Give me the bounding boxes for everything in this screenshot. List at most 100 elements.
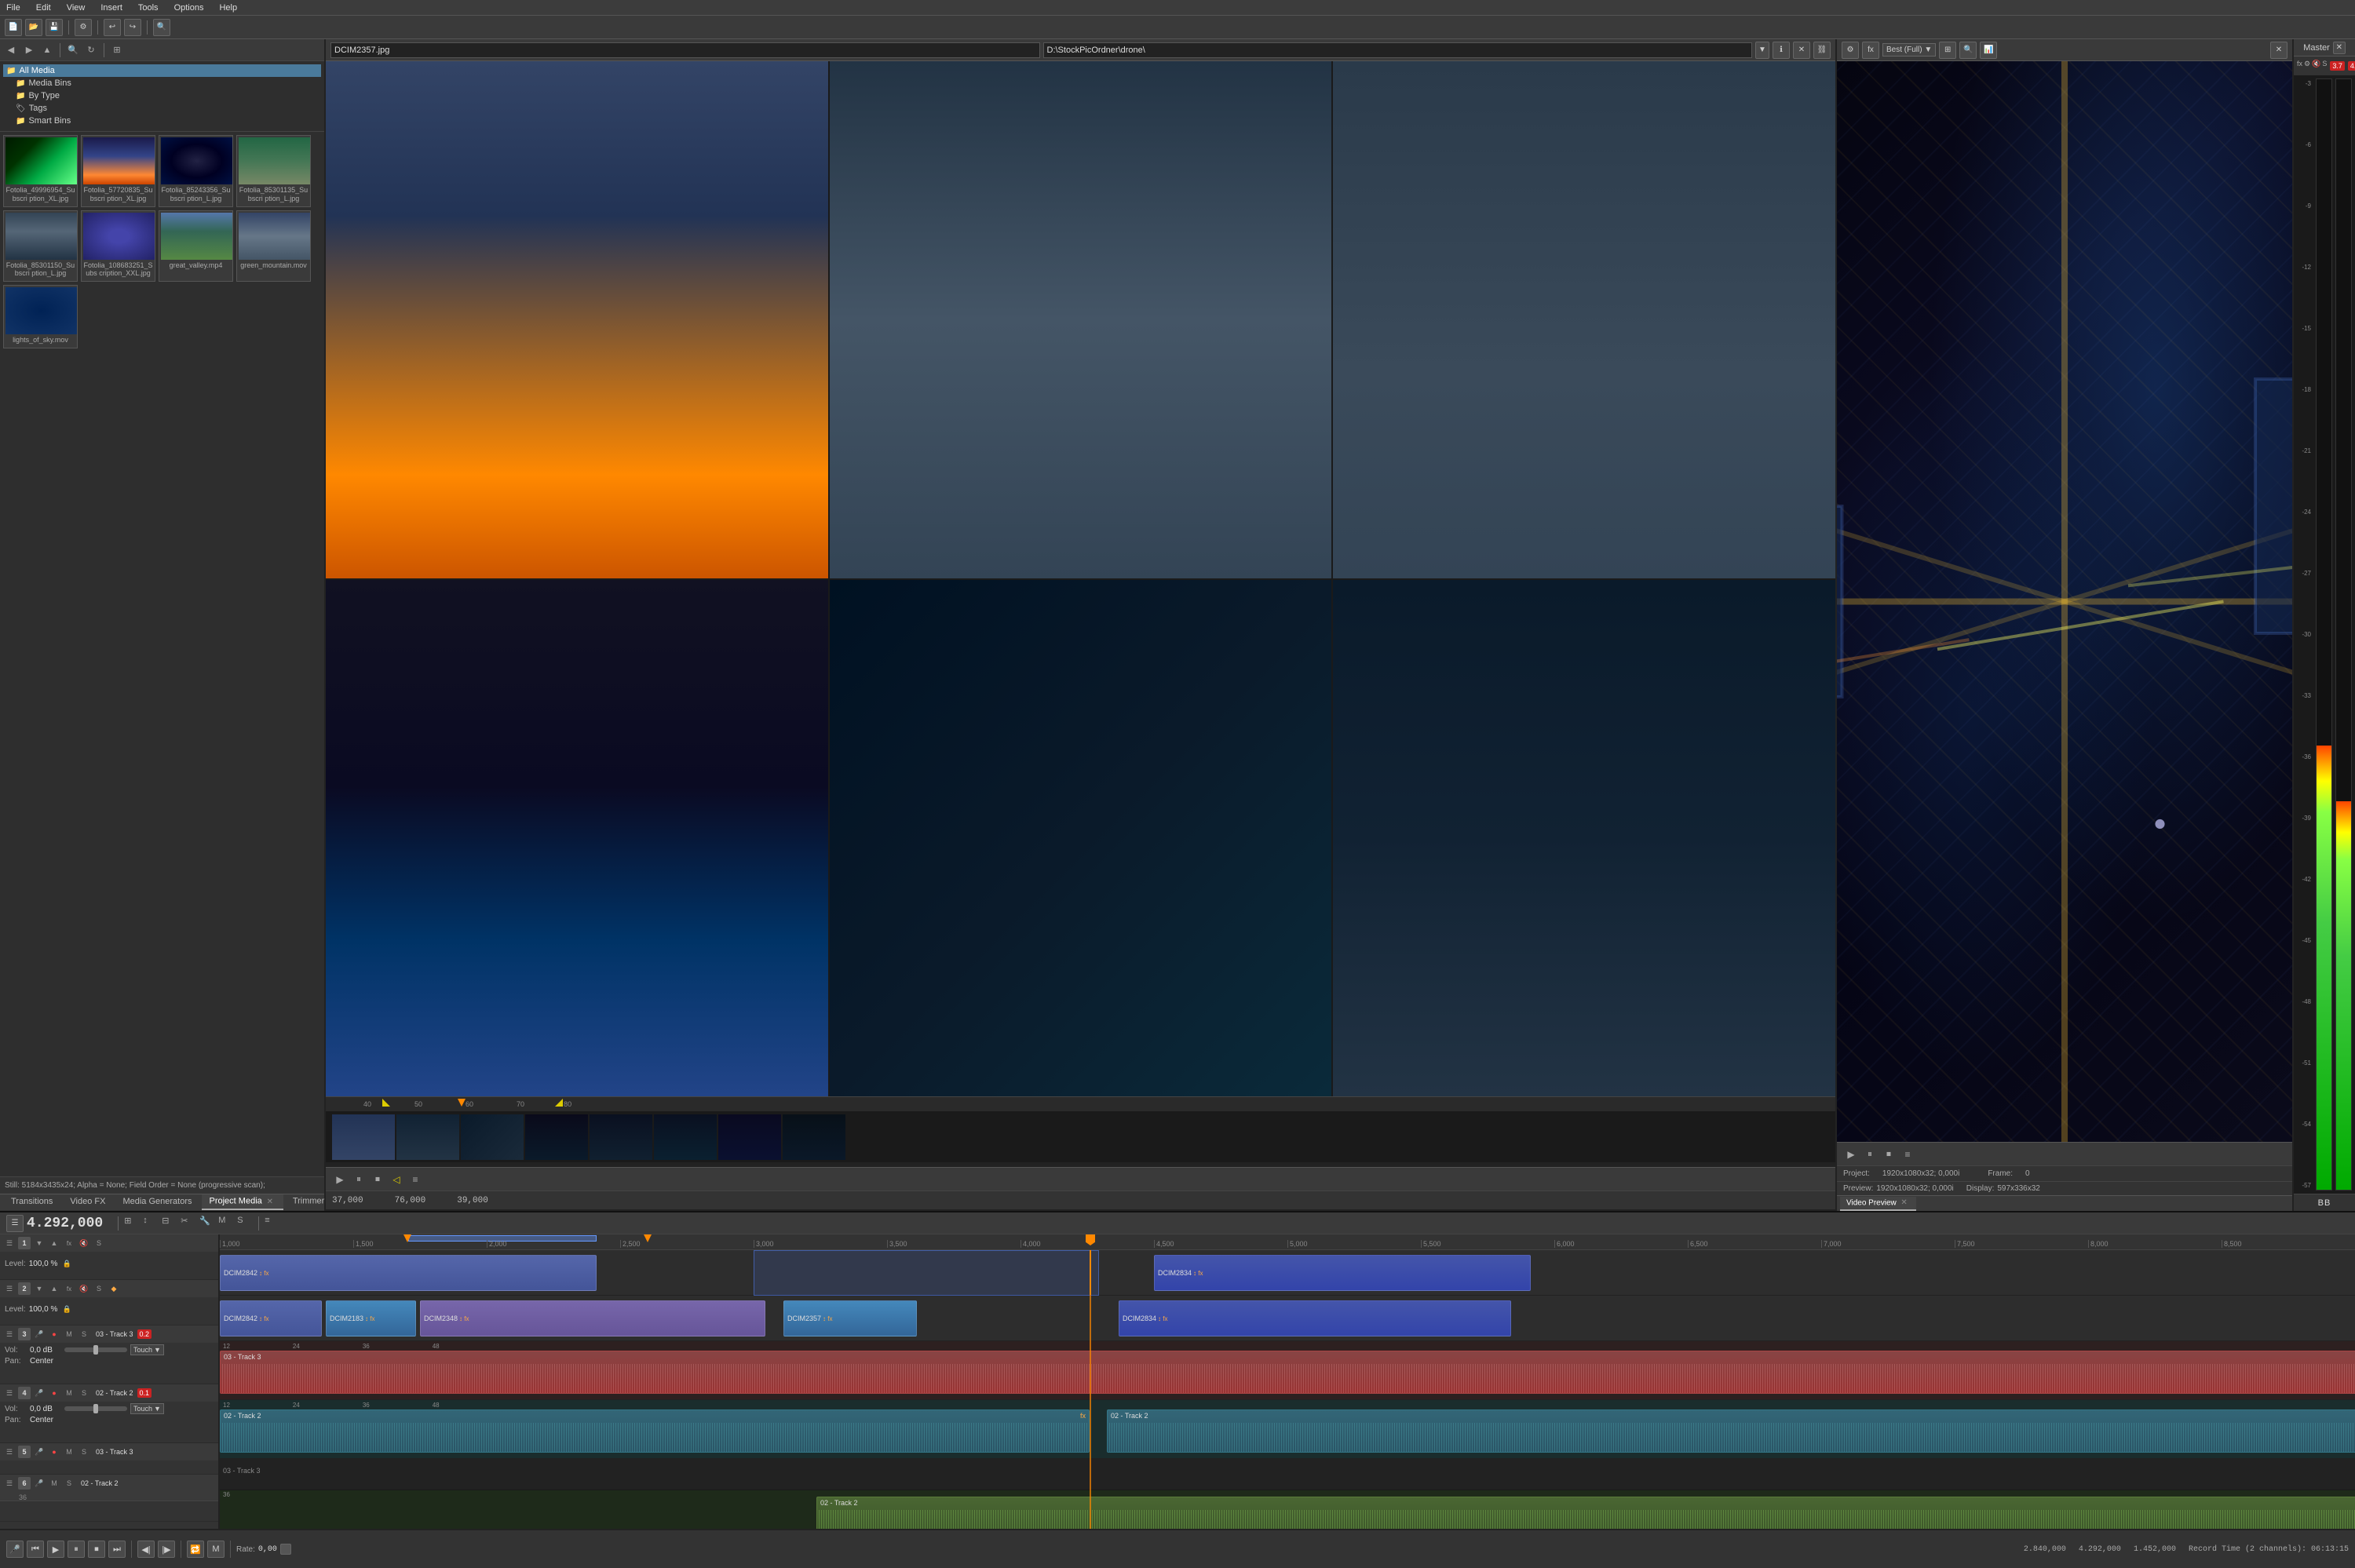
bt-marker-button[interactable]: M [207,1541,225,1558]
track-2-mute[interactable]: 🔇 [78,1282,90,1295]
tl-btn5[interactable]: 🔧 [199,1216,215,1231]
master-mute-button[interactable]: 🔇 [2312,60,2320,72]
settings-button[interactable]: ⚙ [75,19,92,36]
source-in-button[interactable]: ◁ [389,1172,404,1187]
mb-back-button[interactable]: ◀ [3,42,19,58]
program-grid-button[interactable]: ⊞ [1939,42,1956,59]
hamburger-icon[interactable]: ☰ [6,1215,24,1232]
hamburger-track-1[interactable]: ☰ [3,1237,16,1249]
clip-dcim2842-t2[interactable]: DCIM2842 ↕ fx [220,1300,322,1336]
clip-dcim2183-t2[interactable]: DCIM2183 ↕ fx [326,1300,416,1336]
program-fx-button[interactable]: fx [1862,42,1879,59]
track-2-arrow[interactable]: ▼ [33,1282,46,1295]
source-close-button[interactable]: ✕ [1793,42,1810,59]
mb-up-button[interactable]: ▲ [39,42,55,58]
audio-clip-3[interactable]: 03 - Track 3 fx [220,1351,2355,1394]
program-quality-select[interactable]: Best (Full) ▼ [1882,43,1936,57]
track-6-solo[interactable]: S [63,1477,75,1490]
media-thumb-5[interactable]: Fotolia_108683251_Subs cription_XXL.jpg [81,210,155,283]
track-3-mute[interactable]: M [63,1328,75,1340]
track-1-arrow2[interactable]: ▲ [48,1237,60,1249]
track-3-solo[interactable]: S [78,1328,90,1340]
hamburger-track-5[interactable]: ☰ [3,1446,16,1458]
track-2-fx[interactable]: fx [63,1282,75,1295]
audio-clip-4a[interactable]: 02 - Track 2 fx [220,1409,1090,1453]
clip-dcim2348-t2[interactable]: DCIM2348 ↕ fx [420,1300,765,1336]
track-4-mute[interactable]: M [63,1387,75,1399]
track-3-mic[interactable]: 🎤 [33,1328,46,1340]
path-dropdown-button[interactable]: ▼ [1755,42,1769,59]
track-4-solo[interactable]: S [78,1387,90,1399]
tree-item-media-bins[interactable]: 📁 Media Bins [3,77,321,89]
tab-transitions[interactable]: Transitions [3,1195,60,1209]
bt-rewind-button[interactable]: ⏮ [27,1541,44,1558]
tree-item-by-type[interactable]: 📁 By Type [3,89,321,102]
program-stop-button[interactable]: ⏹ [1881,1147,1897,1162]
tl-btn2[interactable]: ↕ [143,1216,159,1231]
master-solo-button[interactable]: S [2322,60,2327,72]
tree-item-all-media[interactable]: 📁 All Media [3,64,321,77]
track-3-record[interactable]: ● [48,1328,60,1340]
media-thumb-7[interactable]: green_mountain.mov [236,210,311,283]
track-1-solo[interactable]: S [93,1237,105,1249]
tl-btn6[interactable]: M [218,1216,234,1231]
tree-item-smart-bins[interactable]: 📁 Smart Bins [3,115,321,127]
touch-select-3[interactable]: Touch ▼ [130,1344,164,1355]
track-5-mic[interactable]: 🎤 [33,1446,46,1458]
media-thumb-0[interactable]: Fotolia_49996954_Subscri ption_XL.jpg [3,135,78,207]
zoom-button[interactable]: 🔍 [153,19,170,36]
program-play-button[interactable]: ▶ [1843,1147,1859,1162]
audio-clip-6[interactable]: 02 - Track 2 fx [816,1497,2355,1529]
track-6-mic[interactable]: 🎤 [33,1477,46,1490]
track-1-mute[interactable]: 🔇 [78,1237,90,1249]
menu-edit[interactable]: Edit [33,3,54,13]
bt-stop-button[interactable]: ⏹ [88,1541,105,1558]
clip-dcim2842-t1[interactable]: DCIM2842 ↕ fx [220,1255,597,1291]
media-thumb-2[interactable]: Fotolia_85243356_Subscri ption_L.jpg [159,135,233,207]
track-1-fx[interactable]: fx [63,1237,75,1249]
bt-next-frame[interactable]: |▶ [158,1541,175,1558]
tl-btn4[interactable]: ✂ [181,1216,196,1231]
hamburger-track-2[interactable]: ☰ [3,1282,16,1295]
media-thumb-8[interactable]: lights_of_sky.mov [3,285,78,348]
menu-tools[interactable]: Tools [135,3,162,13]
program-scopes-button[interactable]: 📊 [1980,42,1997,59]
media-thumb-6[interactable]: great_valley.mp4 [159,210,233,283]
track-5-mute[interactable]: M [63,1446,75,1458]
master-settings-button[interactable]: ⚙ [2304,60,2310,72]
source-chain-button[interactable]: ⛓ [1813,42,1831,59]
program-list-button[interactable]: ≡ [1900,1147,1915,1162]
track-3-vol-fader[interactable] [64,1347,127,1352]
source-stop-button[interactable]: ⏹ [370,1172,385,1187]
undo-button[interactable]: ↩ [104,19,121,36]
tab-close[interactable]: ✕ [265,1196,276,1207]
clip-dcim2834-t1[interactable]: DCIM2834 ↕ fx [1154,1255,1531,1291]
clip-dcim2357-t2[interactable]: DCIM2357 ↕ fx [783,1300,917,1336]
program-settings-button[interactable]: ⚙ [1842,42,1859,59]
tab-video-preview[interactable]: Video Preview ✕ [1840,1197,1916,1211]
tl-btn3[interactable]: ⊟ [162,1216,177,1231]
touch-select-4[interactable]: Touch ▼ [130,1403,164,1414]
master-fx-button[interactable]: fx [2297,60,2302,72]
track-5-record[interactable]: ● [48,1446,60,1458]
track-2-solo[interactable]: S [93,1282,105,1295]
hamburger-track-3[interactable]: ☰ [3,1328,16,1340]
track-2-arrow2[interactable]: ▲ [48,1282,60,1295]
timeline-tracks[interactable]: 1,000 1,500 2,000 2,500 3,000 3,500 4,00… [220,1234,2355,1529]
program-zoom-button[interactable]: 🔍 [1959,42,1977,59]
timeline-ruler[interactable]: 1,000 1,500 2,000 2,500 3,000 3,500 4,00… [220,1234,2355,1250]
track-2-lock-button[interactable]: 🔒 [60,1303,73,1315]
menu-insert[interactable]: Insert [97,3,126,13]
media-thumb-3[interactable]: Fotolia_85301135_Subscri ption_L.jpg [236,135,311,207]
menu-file[interactable]: File [3,3,24,13]
master-close-button[interactable]: ✕ [2333,42,2346,54]
bt-loop-button[interactable]: 🔁 [187,1541,204,1558]
source-properties-button[interactable]: ℹ [1773,42,1790,59]
source-path-input[interactable] [1043,42,1753,58]
track-1-lock-button[interactable]: 🔒 [60,1257,73,1270]
redo-button[interactable]: ↪ [124,19,141,36]
media-thumb-4[interactable]: Fotolia_85301150_Subscri ption_L.jpg [3,210,78,283]
mb-search-button[interactable]: 🔍 [65,42,81,58]
bt-play-button[interactable]: ▶ [47,1541,64,1558]
program-close-button[interactable]: ✕ [2270,42,2287,59]
